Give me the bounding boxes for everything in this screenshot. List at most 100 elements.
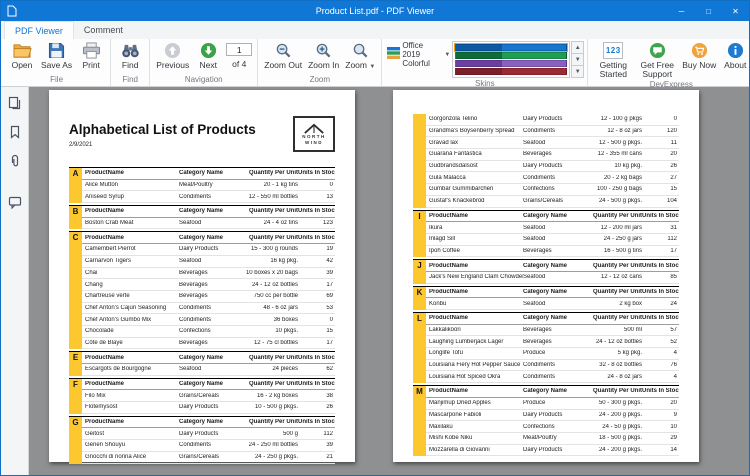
ribbon: Open Save As Print File (1, 39, 749, 87)
category-name: Meat/Poultry (179, 182, 235, 188)
table-row: Gula MalaccaCondiments20 - 2 kg bags27 (426, 172, 679, 184)
attachments-button[interactable] (5, 152, 25, 170)
skin-swatch[interactable] (455, 60, 567, 67)
units-in-stock: 20 (642, 151, 679, 157)
quantity-per-unit: 100 - 250 g bags (579, 186, 642, 192)
getting-started-button[interactable]: 123 Getting Started (591, 40, 635, 79)
tab-comment[interactable]: Comment (74, 21, 133, 39)
previous-page-button[interactable]: Previous (153, 40, 192, 70)
letter-cell: M (413, 386, 426, 456)
product-name: Lakkalikööri (426, 327, 523, 333)
zoom-icon (350, 41, 370, 60)
find-button[interactable]: Find (114, 40, 146, 70)
table-row: Gorgonzola TelinoDairy Products12 - 100 … (426, 114, 679, 126)
units-in-stock: 13 (298, 194, 335, 200)
table-row: Jack's New England Clam ChowderSeafood12… (426, 272, 679, 284)
paperclip-icon (8, 154, 22, 168)
buy-now-cart-icon (689, 41, 709, 60)
maximize-button[interactable]: □ (695, 1, 722, 21)
units-in-stock: 17 (298, 282, 335, 288)
quantity-per-unit: 10 kg pkg. (579, 163, 642, 169)
window-controls: ─ □ ✕ (668, 1, 749, 21)
quantity-per-unit: 16 - 2 kg boxes (235, 393, 298, 399)
thumbnails-button[interactable] (5, 94, 25, 112)
quantity-per-unit: 12 - 355 ml cans (579, 151, 642, 157)
page-number-input[interactable] (226, 43, 252, 56)
group-caption-file: File (6, 74, 107, 86)
column-header: Units In Stock (298, 208, 335, 214)
zoom-button[interactable]: Zoom ▼ (342, 40, 378, 70)
quantity-per-unit: 5 kg pkg. (579, 350, 642, 356)
letter-cell: G (69, 417, 82, 464)
zoom-in-button[interactable]: Zoom In (305, 40, 342, 70)
category-name: Grains/Cereals (179, 454, 235, 460)
table-section: AProductNameCategory NameQuantity Per Un… (69, 167, 335, 203)
save-as-button[interactable]: Save As (38, 40, 75, 70)
column-header: Category Name (523, 315, 579, 321)
table-row: Guaraná FantásticaBeverages12 - 355 ml c… (426, 149, 679, 161)
getting-started-123-icon: 123 (603, 41, 623, 60)
product-name: Chef Anton's Gumbo Mix (82, 317, 179, 323)
product-name: Ipoh Coffee (426, 248, 523, 254)
letter-cell: B (69, 206, 82, 229)
table-row: GeitostDairy Products500 g112 (82, 428, 335, 440)
product-name: Guaraná Fantástica (426, 151, 523, 157)
comments-button[interactable] (5, 193, 25, 211)
table-row: Mascarpone FabioliDairy Products24 - 200… (426, 410, 679, 422)
next-page-button[interactable]: Next (192, 40, 224, 70)
northwind-logo: NORTH WIND (293, 116, 335, 152)
zoom-out-button[interactable]: Zoom Out (261, 40, 305, 70)
document-area[interactable]: Alphabetical List of Products 2/9/2021 N… (1, 87, 749, 475)
page-count-label: of 4 (232, 59, 246, 69)
quantity-per-unit: 12 - 12 oz cans (579, 274, 642, 280)
product-name: Gustaf's Knäckebröd (426, 198, 523, 204)
bookmarks-button[interactable] (5, 123, 25, 141)
get-free-support-button[interactable]: Get Free Support (635, 40, 679, 79)
close-button[interactable]: ✕ (722, 1, 749, 21)
print-button[interactable]: Print (75, 40, 107, 70)
units-in-stock: 4 (642, 350, 679, 356)
table-row: Chef Anton's Gumbo MixCondiments36 boxes… (82, 314, 335, 326)
units-in-stock: 120 (642, 128, 679, 134)
quantity-per-unit: 500 ml (579, 327, 642, 333)
table-header-row: ProductNameCategory NameQuantity Per Uni… (426, 386, 679, 398)
section-rows: ProductNameCategory NameQuantity Per Uni… (426, 260, 679, 283)
category-name: Condiments (179, 442, 235, 448)
table-row: Grandma's Boysenberry SpreadCondiments12… (426, 126, 679, 138)
table-header-row: ProductNameCategory NameQuantity Per Uni… (82, 379, 335, 391)
column-header: Quantity Per Unit (579, 213, 642, 219)
quantity-per-unit: 24 - 50 g pkgs. (579, 424, 642, 430)
minimize-button[interactable]: ─ (668, 1, 695, 21)
skin-swatch[interactable] (455, 68, 567, 75)
letter-cell (413, 114, 426, 208)
skin-selector-button[interactable]: Office 2019 Colorful ▼ (385, 40, 452, 70)
category-name: Seafood (179, 366, 235, 372)
letter-cell: I (413, 211, 426, 258)
product-name: Manjimup Dried Apples (426, 400, 523, 406)
column-header: ProductName (426, 388, 523, 394)
tab-pdf-viewer[interactable]: PDF Viewer (4, 21, 74, 39)
table-header-row: ProductNameCategory NameQuantity Per Uni… (82, 168, 335, 180)
skin-swatch[interactable] (455, 52, 567, 59)
letter-cell: E (69, 352, 82, 375)
column-header: Category Name (523, 213, 579, 219)
product-table-page-2: Gorgonzola TelinoDairy Products12 - 100 … (413, 114, 679, 458)
open-label: Open (12, 61, 33, 70)
units-in-stock: 39 (298, 270, 335, 276)
gallery-more-button[interactable]: ▼ (571, 65, 584, 78)
category-name: Meat/Poultry (523, 435, 579, 441)
table-row: Chef Anton's Cajun SeasoningCondiments48… (82, 303, 335, 315)
buy-now-label: Buy Now (682, 61, 716, 70)
about-button[interactable]: About (719, 40, 750, 70)
table-header-row: ProductNameCategory NameQuantity Per Uni… (82, 232, 335, 244)
category-name: Confections (179, 328, 235, 334)
product-name: Chocolade (82, 328, 179, 334)
quantity-per-unit: 24 pieces (235, 366, 298, 372)
title-bar[interactable]: Product List.pdf - PDF Viewer ─ □ ✕ (1, 1, 749, 21)
open-button[interactable]: Open (6, 40, 38, 70)
category-name: Produce (523, 400, 579, 406)
product-name: Alice Mutton (82, 182, 179, 188)
buy-now-button[interactable]: Buy Now (679, 40, 719, 70)
product-name: Chang (82, 282, 179, 288)
skin-swatch[interactable] (455, 44, 567, 51)
